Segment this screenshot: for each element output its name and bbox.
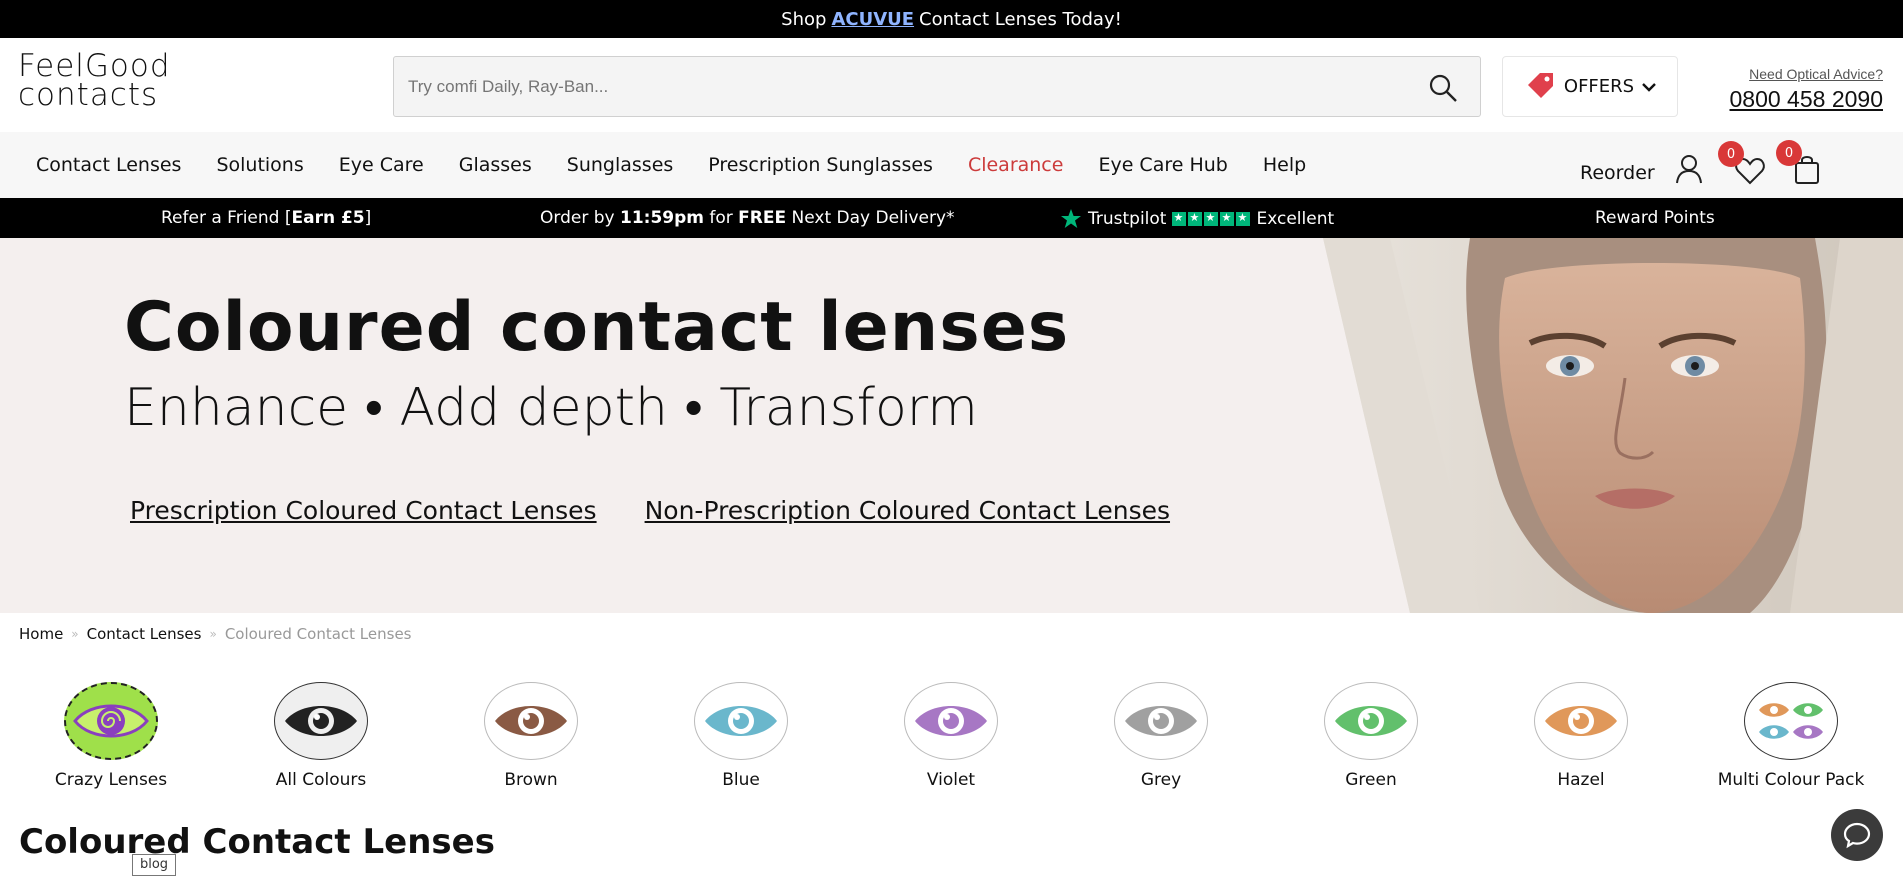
main-nav: Contact Lenses Solutions Eye Care Glasse…: [0, 132, 1903, 198]
offers-button[interactable]: OFFERS: [1502, 56, 1678, 117]
trustpilot-stars: [1172, 211, 1251, 226]
page-title: Coloured Contact Lenses: [19, 822, 495, 862]
promo-suffix: Contact Lenses Today!: [919, 8, 1122, 30]
grey-eye-icon: [1114, 682, 1208, 760]
hero-links: Prescription Coloured Contact Lenses Non…: [130, 496, 1170, 525]
phone-link[interactable]: 0800 458 2090: [1730, 86, 1884, 113]
nav-item-solutions[interactable]: Solutions: [216, 154, 303, 176]
trustpilot-widget[interactable]: Trustpilot Excellent: [1060, 208, 1334, 230]
nav-item-clearance[interactable]: Clearance: [968, 154, 1064, 176]
nav-item-sunglasses[interactable]: Sunglasses: [567, 154, 674, 176]
nav-list: Contact Lenses Solutions Eye Care Glasse…: [36, 154, 1306, 176]
hero-tagline: Enhance • Add depth • Transform: [124, 378, 978, 438]
hazel-eye-icon: [1534, 682, 1628, 760]
blog-tag[interactable]: blog: [132, 854, 176, 876]
colour-option-hazel[interactable]: Hazel: [1481, 682, 1681, 790]
reward-points-link[interactable]: Reward Points: [1595, 208, 1715, 228]
order-mid: for: [703, 208, 739, 228]
offers-label: OFFERS: [1563, 76, 1635, 97]
nav-item-contact-lenses[interactable]: Contact Lenses: [36, 154, 181, 176]
trustpilot-star-icon: [1061, 209, 1081, 228]
delivery-message: Order by 11:59pm for FREE Next Day Deliv…: [540, 208, 955, 228]
breadcrumb: Home » Contact Lenses » Coloured Contact…: [19, 625, 412, 643]
optical-advice: Need Optical Advice? 0800 458 2090: [1730, 66, 1884, 113]
promo-brand-link[interactable]: ACUVUE: [831, 9, 914, 30]
nav-item-prescription-sunglasses[interactable]: Prescription Sunglasses: [708, 154, 933, 176]
refer-prefix: Refer a Friend [: [161, 208, 292, 228]
tag-icon: [1527, 72, 1553, 98]
nav-item-eye-care[interactable]: Eye Care: [339, 154, 424, 176]
colour-option-green[interactable]: Green: [1271, 682, 1471, 790]
colour-option-brown[interactable]: Brown: [431, 682, 631, 790]
colour-option-grey[interactable]: Grey: [1061, 682, 1261, 790]
chat-icon: [1843, 822, 1871, 849]
order-prefix: Order by: [540, 208, 620, 228]
colour-label: Blue: [722, 770, 760, 790]
nav-item-eye-care-hub[interactable]: Eye Care Hub: [1098, 154, 1227, 176]
colour-option-violet[interactable]: Violet: [851, 682, 1051, 790]
violet-eye-icon: [904, 682, 998, 760]
breadcrumb-contact-lenses[interactable]: Contact Lenses: [87, 625, 202, 643]
refer-bold: Earn £5: [291, 208, 365, 228]
colour-option-all[interactable]: All Colours: [221, 682, 421, 790]
basket-count-badge: 0: [1776, 140, 1802, 166]
hero-model-image: [1320, 238, 1903, 613]
order-free: FREE: [738, 208, 787, 228]
order-time: 11:59pm: [619, 208, 704, 228]
multi-colour-eye-icon: [1744, 682, 1838, 760]
breadcrumb-current: Coloured Contact Lenses: [224, 625, 412, 643]
colour-label: Crazy Lenses: [54, 770, 168, 790]
info-strip: Refer a Friend [Earn £5] Order by 11:59p…: [0, 198, 1903, 238]
colour-option-multi[interactable]: Multi Colour Pack: [1691, 682, 1891, 790]
colour-option-blue[interactable]: Blue: [641, 682, 841, 790]
promo-prefix: Shop: [781, 8, 827, 30]
colour-label: All Colours: [275, 770, 367, 790]
header: FeelGood contacts OFFERS Need Optical Ad…: [0, 38, 1903, 132]
optical-advice-link[interactable]: Need Optical Advice?: [1730, 66, 1883, 82]
all-colours-eye-icon: [274, 682, 368, 760]
green-eye-icon: [1324, 682, 1418, 760]
logo[interactable]: FeelGood contacts: [18, 51, 178, 113]
refer-friend-link[interactable]: Refer a Friend [Earn £5]: [161, 208, 371, 228]
trustpilot-label: Trustpilot: [1088, 209, 1167, 229]
reorder-link[interactable]: Reorder: [1580, 162, 1655, 184]
colour-selector: Crazy Lenses All Colours Brown Blue Viol…: [0, 682, 1903, 792]
hero-banner: Coloured contact lenses Enhance • Add de…: [0, 238, 1903, 613]
hero-title: Coloured contact lenses: [124, 288, 1070, 367]
brown-eye-icon: [484, 682, 578, 760]
colour-label: Violet: [926, 770, 976, 790]
wishlist-count-badge: 0: [1718, 141, 1744, 167]
chat-button[interactable]: [1831, 809, 1883, 861]
crazy-eye-icon: [64, 682, 158, 760]
colour-label: Green: [1345, 770, 1397, 790]
search-input[interactable]: [408, 57, 1388, 116]
search-box: [393, 56, 1481, 117]
colour-label: Brown: [504, 770, 558, 790]
nav-item-glasses[interactable]: Glasses: [459, 154, 532, 176]
nav-item-help[interactable]: Help: [1263, 154, 1306, 176]
logo-line2: contacts: [18, 76, 159, 113]
blue-eye-icon: [694, 682, 788, 760]
colour-label: Hazel: [1557, 770, 1605, 790]
promo-bar: Shop ACUVUE Contact Lenses Today!: [0, 0, 1903, 38]
refer-suffix: ]: [364, 208, 372, 228]
colour-label: Grey: [1140, 770, 1182, 790]
order-suffix: Next Day Delivery*: [786, 208, 955, 228]
colour-option-crazy[interactable]: Crazy Lenses: [11, 682, 211, 790]
breadcrumb-separator: »: [71, 627, 79, 641]
breadcrumb-separator: »: [209, 627, 217, 641]
breadcrumb-home[interactable]: Home: [19, 625, 63, 643]
prescription-coloured-link[interactable]: Prescription Coloured Contact Lenses: [130, 496, 597, 525]
user-icon[interactable]: [1675, 154, 1703, 184]
trustpilot-rating: Excellent: [1256, 209, 1335, 229]
colour-label: Multi Colour Pack: [1717, 770, 1865, 790]
search-icon[interactable]: [1428, 73, 1458, 103]
chevron-down-icon: [1642, 82, 1656, 92]
non-prescription-coloured-link[interactable]: Non-Prescription Coloured Contact Lenses: [645, 496, 1170, 525]
